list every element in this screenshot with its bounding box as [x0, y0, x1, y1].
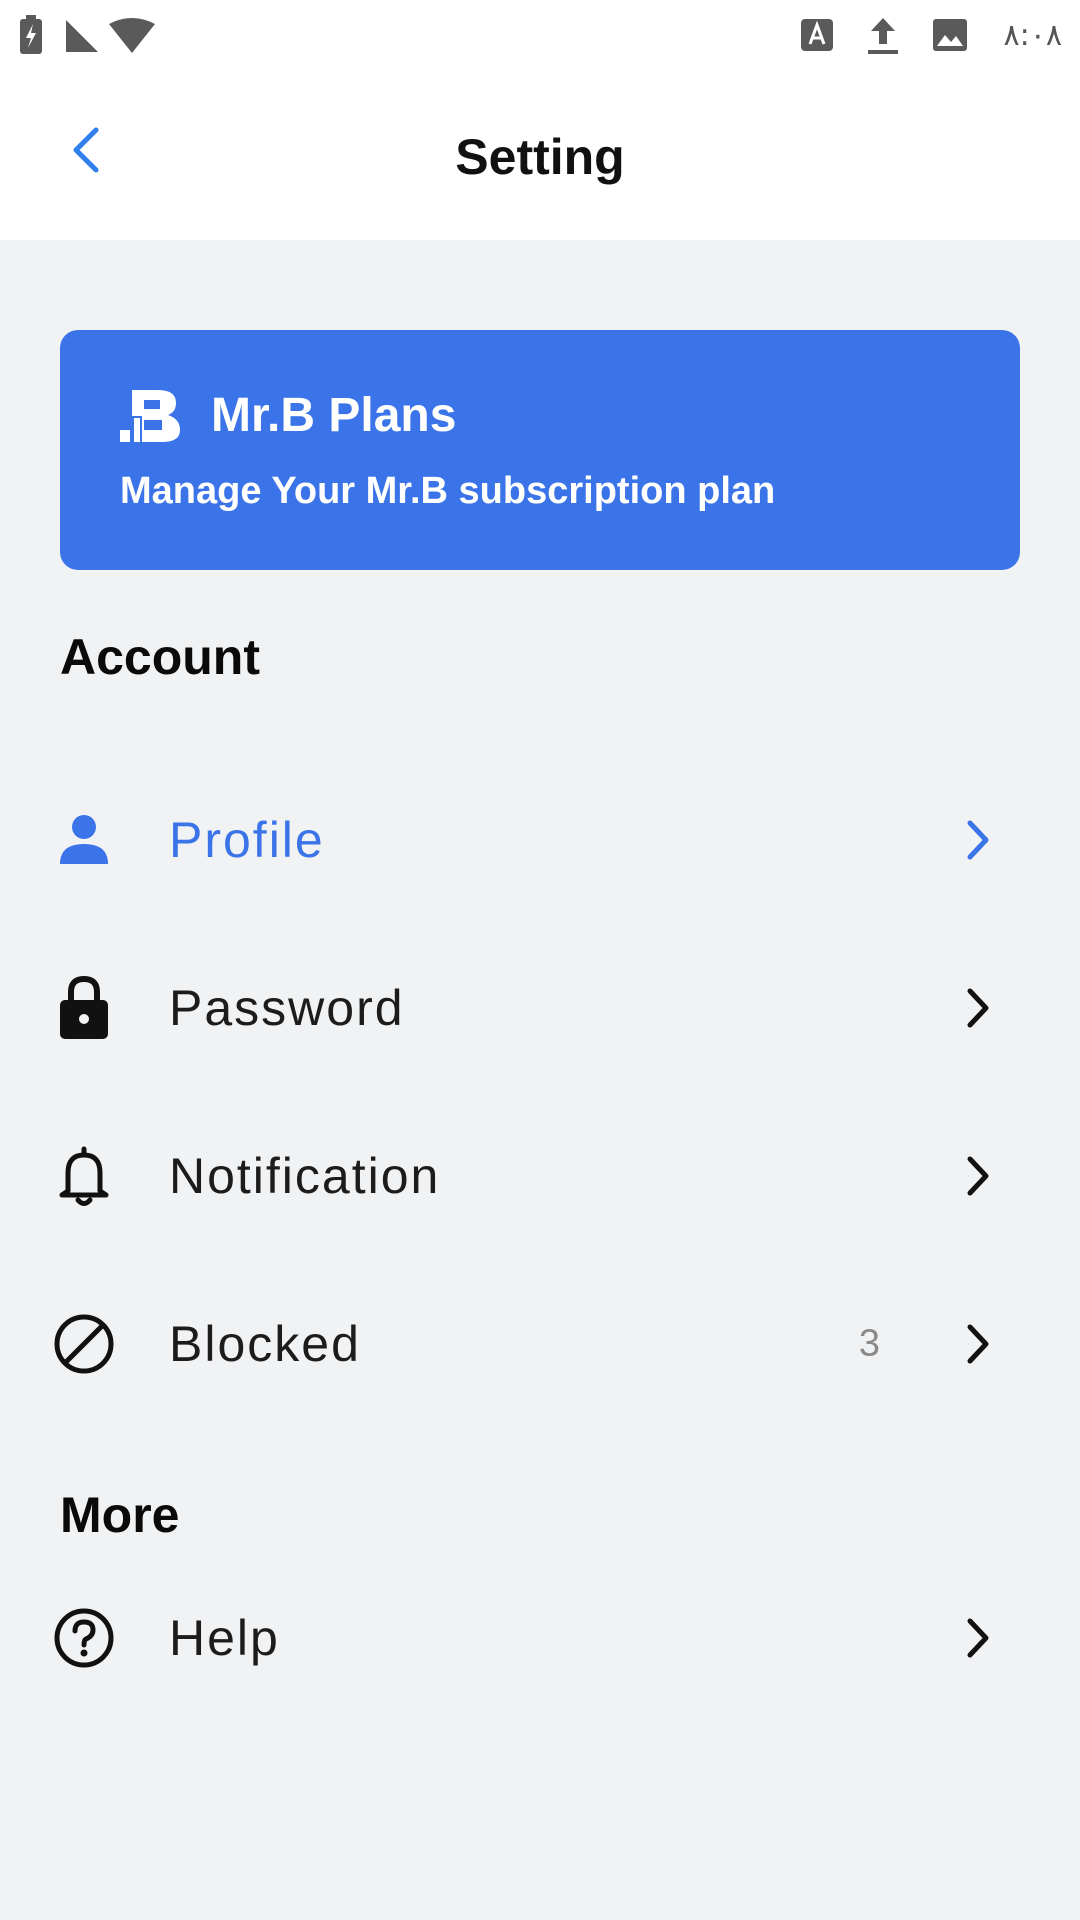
battery-charging-icon — [18, 14, 44, 61]
settings-row-label: Notification — [169, 1148, 441, 1204]
cell-signal-icon — [64, 18, 100, 59]
settings-row-password[interactable]: Password — [0, 924, 1080, 1092]
plans-subtitle: Manage Your Mr.B subscription plan — [120, 470, 776, 512]
upload-icon — [866, 16, 900, 61]
chevron-right-icon — [958, 1320, 998, 1368]
settings-row-blocked[interactable]: Blocked 3 — [0, 1260, 1080, 1428]
lock-icon — [50, 974, 118, 1042]
settings-row-notification[interactable]: Notification — [0, 1092, 1080, 1260]
chevron-right-icon — [958, 984, 998, 1032]
help-circle-icon — [50, 1604, 118, 1672]
wifi-icon — [108, 18, 156, 59]
font-icon — [800, 18, 834, 57]
chevron-right-icon — [958, 1614, 998, 1662]
settings-row-label: Help — [169, 1610, 280, 1666]
block-icon — [50, 1310, 118, 1378]
page-title: Setting — [455, 129, 625, 185]
chevron-right-icon — [958, 1152, 998, 1200]
blocked-count: 3 — [858, 1322, 880, 1365]
chevron-right-icon — [958, 816, 998, 864]
status-bar: ٨:٠٨ — [0, 0, 1080, 72]
account-heading: Account — [60, 629, 260, 685]
plans-title: Mr.B Plans — [211, 389, 457, 442]
settings-row-label: Profile — [169, 812, 325, 868]
more-heading: More — [60, 1487, 180, 1543]
person-icon — [50, 806, 118, 874]
mrb-logo-icon — [120, 388, 180, 444]
status-time: ٨:٠٨ — [1003, 18, 1062, 53]
settings-row-profile[interactable]: Profile — [0, 756, 1080, 924]
image-icon — [932, 18, 968, 57]
plans-card[interactable]: Mr.B Plans Manage Your Mr.B subscription… — [60, 330, 1020, 570]
app-bar: Setting — [0, 72, 1080, 240]
bell-icon — [50, 1142, 118, 1210]
settings-row-label: Password — [169, 980, 405, 1036]
settings-row-help[interactable]: Help — [0, 1554, 1080, 1722]
settings-row-label: Blocked — [169, 1316, 361, 1372]
